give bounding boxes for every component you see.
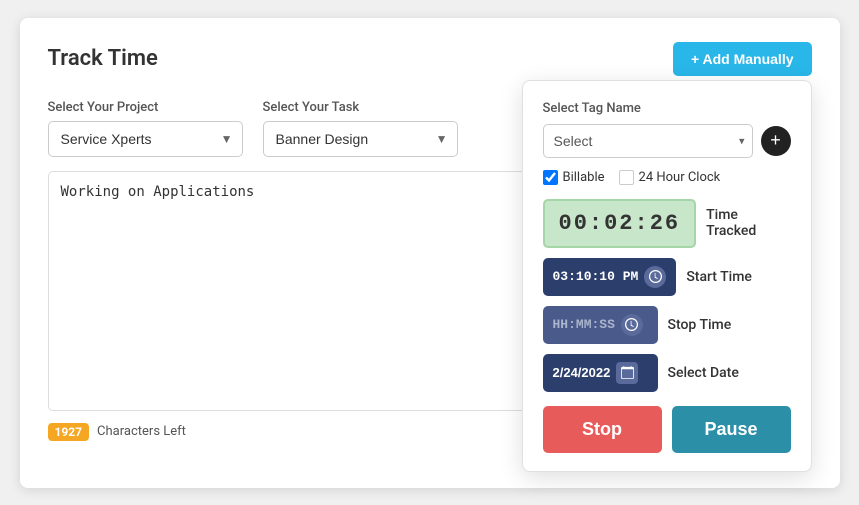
start-clock-icon (644, 266, 666, 288)
billable-label: Billable (563, 170, 605, 185)
clock-checkbox-box (619, 170, 634, 185)
project-select-wrapper: Service Xperts ▼ (48, 121, 243, 157)
tracked-row: 00:02:26 Time Tracked (543, 199, 791, 248)
timer-display: 00:02:26 (543, 199, 697, 248)
task-select-wrapper: Banner Design ▼ (263, 121, 458, 157)
start-time-row: 03:10:10 PM Start Time (543, 258, 791, 296)
date-value: 2/24/2022 (553, 365, 611, 380)
add-manually-button[interactable]: + Add Manually (673, 42, 812, 76)
task-select[interactable]: Banner Design (263, 121, 458, 157)
billable-checkbox[interactable] (543, 170, 558, 185)
notes-textarea[interactable]: Working on Applications (48, 171, 528, 411)
start-time-value: 03:10:10 PM (553, 269, 639, 284)
header-row: Track Time + Add Manually (48, 42, 812, 76)
start-time-label: Start Time (686, 269, 790, 285)
tag-select[interactable]: Select (543, 124, 753, 158)
plus-icon: + (770, 130, 781, 151)
project-select[interactable]: Service Xperts (48, 121, 243, 157)
stop-time-label: Stop Time (668, 317, 791, 333)
main-card: Track Time + Add Manually Select Your Pr… (20, 18, 840, 488)
date-label: Select Date (668, 365, 791, 381)
billable-group: Billable (543, 170, 605, 185)
tag-select-wrapper: Select ▾ (543, 124, 753, 158)
tag-label: Select Tag Name (543, 101, 791, 116)
date-button[interactable]: 2/24/2022 (543, 354, 658, 392)
action-row: Stop Pause (543, 406, 791, 453)
clock-group: 24 Hour Clock (619, 170, 721, 185)
add-tag-button[interactable]: + (761, 126, 791, 156)
stop-clock-icon (621, 314, 643, 336)
task-group: Select Your Task Banner Design ▼ (263, 100, 458, 157)
stop-button[interactable]: Stop (543, 406, 662, 453)
tag-row: Select ▾ + (543, 124, 791, 158)
page-title: Track Time (48, 46, 158, 71)
project-label: Select Your Project (48, 100, 243, 115)
task-label: Select Your Task (263, 100, 458, 115)
chars-badge: 1927 (48, 423, 90, 441)
pause-button[interactable]: Pause (672, 406, 791, 453)
date-row: 2/24/2022 Select Date (543, 354, 791, 392)
chars-label: Characters Left (97, 424, 186, 439)
stop-time-button[interactable]: HH:MM:SS (543, 306, 658, 344)
billable-row: Billable 24 Hour Clock (543, 170, 791, 185)
stop-time-row: HH:MM:SS Stop Time (543, 306, 791, 344)
start-time-button[interactable]: 03:10:10 PM (543, 258, 677, 296)
time-tracked-label: Time Tracked (706, 207, 790, 239)
stop-time-placeholder: HH:MM:SS (553, 317, 615, 332)
calendar-icon (616, 362, 638, 384)
clock-label: 24 Hour Clock (639, 170, 721, 185)
popup-panel: Select Tag Name Select ▾ + Billable 24 H… (522, 80, 812, 472)
project-group: Select Your Project Service Xperts ▼ (48, 100, 243, 157)
